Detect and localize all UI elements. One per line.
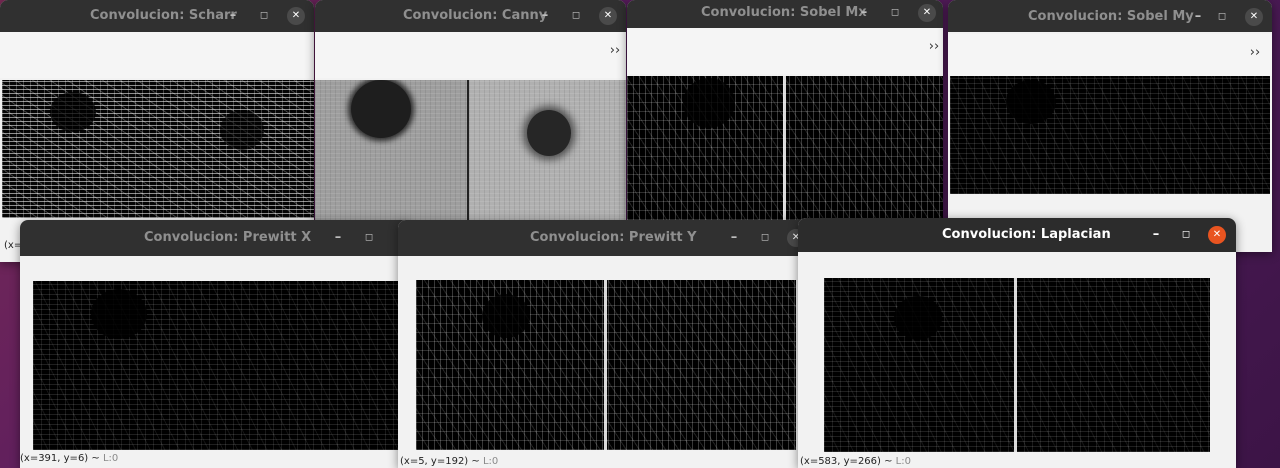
minimize-icon[interactable]: – — [1188, 0, 1208, 34]
toolbar-overflow-button[interactable]: ›› — [608, 44, 622, 58]
toolbar: ›› — [315, 32, 626, 78]
minimize-icon[interactable]: – — [1146, 218, 1166, 252]
image-canny[interactable] — [315, 80, 626, 222]
titlebar-canny[interactable]: Convolucion: Canny – ◻ ✕ — [315, 0, 626, 32]
window-prewitt-y[interactable]: Convolucion: Prewitt Y – ◻ ✕ (x=5, y=192… — [398, 220, 808, 468]
image-laplacian[interactable] — [824, 278, 1210, 452]
maximize-icon[interactable]: ◻ — [1176, 218, 1196, 252]
window-prewitt-x[interactable]: Convolucion: Prewitt X – ◻ (x=391, y=6) … — [20, 220, 410, 468]
minimize-icon[interactable]: – — [854, 0, 874, 28]
image-dark-spot — [50, 92, 96, 132]
image-dark-spot — [894, 296, 942, 340]
status-bar: (x=583, y=266) ~ L:0 — [800, 456, 911, 467]
toolbar — [0, 32, 314, 78]
image-sobel-mx[interactable] — [627, 76, 943, 220]
window-title: Convolucion: Sobel Mx — [701, 5, 867, 20]
titlebar-sobel-my[interactable]: Convolucion: Sobel My – ◻ ✕ — [948, 0, 1272, 32]
minimize-icon[interactable]: – — [328, 220, 348, 256]
image-scharr[interactable] — [2, 80, 314, 218]
titlebar-laplacian[interactable]: Convolucion: Laplacian – ◻ ✕ — [798, 218, 1236, 252]
titlebar-prewitt-y[interactable]: Convolucion: Prewitt Y – ◻ ✕ — [398, 220, 808, 256]
toolbar: ›› — [948, 34, 1272, 76]
minimize-icon[interactable]: – — [223, 0, 243, 32]
close-icon[interactable]: ✕ — [918, 4, 936, 22]
close-icon[interactable]: ✕ — [287, 7, 305, 25]
status-level: L:0 — [482, 456, 499, 467]
image-seam — [604, 280, 607, 450]
image-dark-spot — [527, 110, 571, 156]
close-icon[interactable]: ✕ — [599, 7, 617, 25]
window-title: Convolucion: Laplacian — [942, 227, 1111, 242]
window-sobel-mx[interactable]: Convolucion: Sobel Mx – ◻ ✕ ›› — [627, 0, 943, 220]
status-level: L:0 — [102, 453, 119, 464]
window-title: Convolucion: Scharr — [90, 8, 237, 23]
maximize-icon[interactable]: ◻ — [359, 220, 379, 256]
image-dark-spot — [482, 294, 530, 338]
image-dark-spot — [220, 110, 264, 150]
minimize-icon[interactable]: – — [535, 0, 555, 32]
status-coords: (x=5, y=192) ~ — [400, 456, 483, 467]
maximize-icon[interactable]: ◻ — [1212, 0, 1232, 34]
image-sobel-my[interactable] — [950, 76, 1270, 194]
toolbar-overflow-button[interactable]: ›› — [1248, 46, 1262, 60]
image-dark-spot — [683, 78, 735, 128]
window-canny[interactable]: Convolucion: Canny – ◻ ✕ ›› — [315, 0, 626, 222]
titlebar-sobel-mx[interactable]: Convolucion: Sobel Mx – ◻ ✕ — [627, 0, 943, 28]
image-dark-spot — [91, 289, 147, 339]
image-prewitt-y[interactable] — [416, 280, 796, 450]
toolbar-overflow-button[interactable]: ›› — [927, 40, 941, 54]
status-level: L:0 — [895, 456, 911, 467]
status-coords: (x=391, y=6) ~ — [20, 453, 103, 464]
maximize-icon[interactable]: ◻ — [566, 0, 586, 32]
toolbar: ›› — [627, 28, 943, 74]
image-dark-spot — [1006, 80, 1056, 124]
maximize-icon[interactable]: ◻ — [885, 0, 905, 28]
window-title: Convolucion: Prewitt Y — [530, 230, 697, 245]
titlebar-prewitt-x[interactable]: Convolucion: Prewitt X – ◻ — [20, 220, 410, 256]
status-coords: (x=583, y=266) ~ — [800, 456, 896, 467]
window-title: Convolucion: Prewitt X — [144, 230, 312, 245]
image-seam — [783, 76, 786, 220]
close-icon[interactable]: ✕ — [1208, 226, 1226, 244]
status-bar: (x=391, y=6) ~ L:0 — [20, 453, 118, 464]
minimize-icon[interactable]: – — [724, 220, 744, 256]
maximize-icon[interactable]: ◻ — [254, 0, 274, 32]
status-bar: (x=5, y=192) ~ L:0 — [400, 456, 498, 467]
window-sobel-my[interactable]: Convolucion: Sobel My – ◻ ✕ ›› — [948, 0, 1272, 252]
maximize-icon[interactable]: ◻ — [755, 220, 775, 256]
close-icon[interactable]: ✕ — [1245, 8, 1263, 26]
image-seam — [1014, 278, 1017, 452]
image-dark-spot — [351, 80, 411, 138]
window-title: Convolucion: Canny — [403, 8, 548, 23]
titlebar-scharr[interactable]: Convolucion: Scharr – ◻ ✕ — [0, 0, 314, 32]
window-laplacian[interactable]: Convolucion: Laplacian – ◻ ✕ (x=583, y=2… — [798, 218, 1236, 468]
image-prewitt-x[interactable] — [33, 281, 410, 450]
window-title: Convolucion: Sobel My — [1028, 9, 1194, 24]
